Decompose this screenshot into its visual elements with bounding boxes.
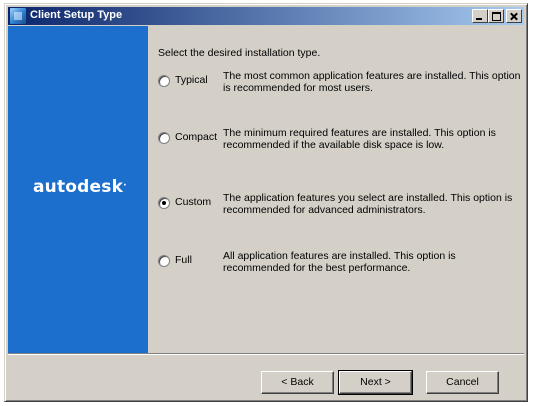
radio-typical[interactable] (158, 75, 170, 87)
setup-app-icon (10, 8, 26, 24)
brand-sidebar: autodesk. (8, 26, 148, 353)
option-label[interactable]: Custom (175, 196, 211, 208)
brand-text: autodesk (33, 177, 124, 197)
option-label[interactable]: Full (175, 254, 192, 266)
close-button[interactable] (506, 9, 522, 23)
option-label[interactable]: Typical (175, 74, 208, 86)
maximize-button[interactable] (488, 9, 504, 23)
window-title: Client Setup Type (30, 9, 123, 21)
maximize-icon (489, 10, 503, 22)
instruction-text: Select the desired installation type. (158, 47, 321, 59)
minimize-icon (473, 10, 487, 22)
radio-custom[interactable] (158, 197, 170, 209)
footer-separator (8, 353, 524, 355)
autodesk-logo: autodesk. (33, 177, 127, 197)
option-description: All application features are installed. … (223, 250, 456, 274)
option-full[interactable]: Full All application features are instal… (158, 250, 518, 290)
radio-full[interactable] (158, 255, 170, 267)
radio-compact[interactable] (158, 132, 170, 144)
setup-dialog: Client Setup Type autodesk. Select the d… (4, 3, 528, 402)
options-panel: Select the desired installation type. Ty… (148, 26, 524, 353)
option-description: The application features you select are … (223, 192, 513, 216)
option-typical[interactable]: Typical The most common application feat… (158, 70, 520, 110)
option-label[interactable]: Compact (175, 131, 217, 143)
option-description: The minimum required features are instal… (223, 127, 496, 151)
option-compact[interactable]: Compact The minimum required features ar… (158, 127, 518, 167)
next-button[interactable]: Next > (338, 370, 413, 395)
title-bar[interactable]: Client Setup Type (8, 7, 524, 25)
back-button[interactable]: < Back (261, 371, 334, 394)
minimize-button[interactable] (472, 9, 488, 23)
option-description: The most common application features are… (223, 70, 521, 94)
option-custom[interactable]: Custom The application features you sele… (158, 192, 518, 232)
cancel-button[interactable]: Cancel (426, 371, 499, 394)
close-icon (507, 10, 521, 22)
brand-mark: . (123, 178, 127, 189)
